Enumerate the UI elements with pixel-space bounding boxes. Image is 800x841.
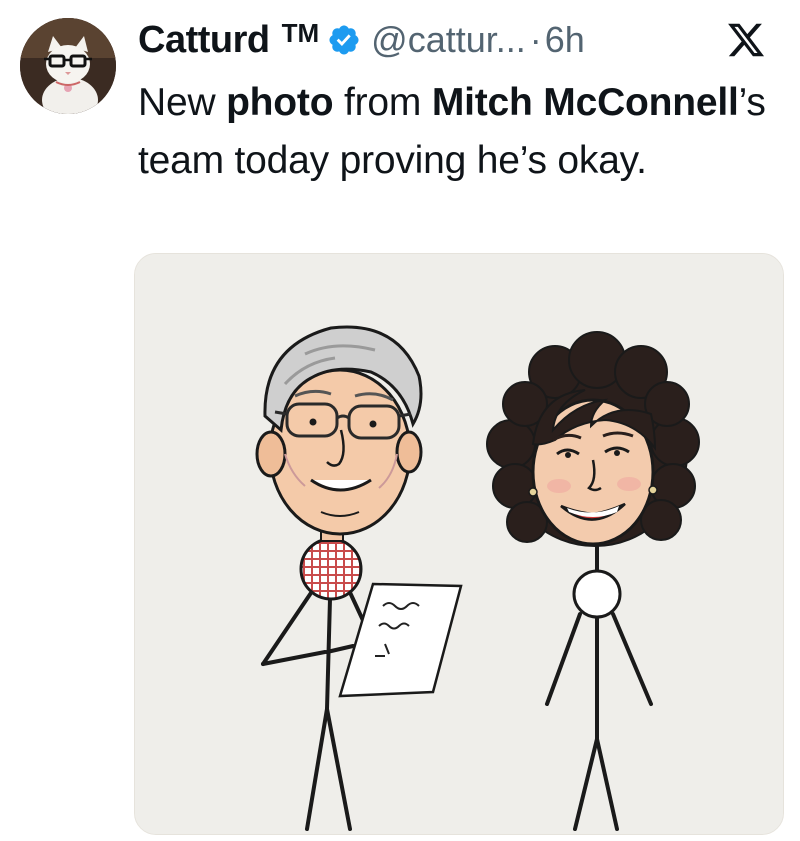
cat-avatar-icon [20, 18, 116, 114]
verified-badge-icon [329, 25, 359, 55]
author-name[interactable]: Catturd [138, 19, 270, 62]
author-handle[interactable]: @cattur... [371, 19, 526, 61]
tweet-text: New photo from Mitch McConnell’s team to… [138, 74, 788, 190]
x-logo-icon[interactable] [726, 20, 766, 60]
cartoon-illustration [135, 254, 783, 834]
tweet-text-bold-photo: photo [226, 81, 334, 124]
timestamp[interactable]: 6h [545, 19, 585, 61]
separator-dot: · [529, 19, 542, 60]
trademark-label: TM [281, 17, 320, 48]
tweet-media-image[interactable] [134, 253, 784, 835]
tweet-header: Catturd TM @cattur... · 6h [138, 14, 780, 66]
avatar[interactable] [20, 18, 116, 114]
tweet-text-part: from [333, 81, 432, 124]
tweet-text-part: New [138, 81, 227, 124]
tweet-text-bold-name: Mitch McConnell [431, 81, 739, 124]
